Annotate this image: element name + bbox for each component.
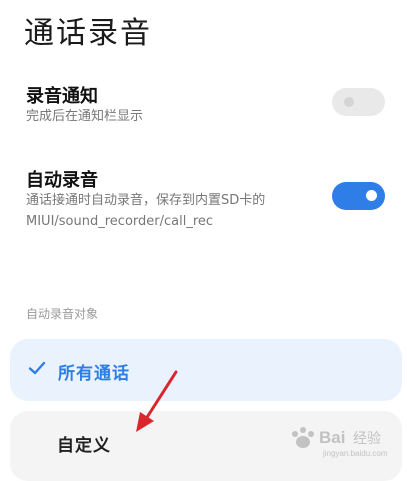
auto-record-desc-line2: MIUI/sound_recorder/call_rec <box>26 214 214 229</box>
check-icon <box>28 361 46 375</box>
baidu-watermark-logo: Bai 经验 jingyan.baidu.com <box>292 427 388 458</box>
option-all-calls[interactable]: 所有通话 <box>10 339 402 401</box>
option-all-calls-label: 所有通话 <box>58 364 130 384</box>
record-notify-toggle[interactable] <box>332 88 385 116</box>
record-notify-desc: 完成后在通知栏显示 <box>26 109 144 124</box>
svg-text:Bai: Bai <box>319 428 345 447</box>
auto-record-desc-line1: 通话接通时自动录音，保存到内置SD卡的 <box>26 193 266 208</box>
auto-record-toggle[interactable] <box>332 182 385 210</box>
setting-auto-record[interactable]: 自动录音 通话接通时自动录音，保存到内置SD卡的 MIUI/sound_reco… <box>0 162 407 242</box>
option-custom-label: 自定义 <box>57 436 111 456</box>
toggle-knob <box>344 97 354 107</box>
record-notify-title: 录音通知 <box>26 86 98 107</box>
auto-record-title: 自动录音 <box>26 170 98 191</box>
setting-record-notify[interactable]: 录音通知 完成后在通知栏显示 <box>0 78 407 138</box>
page-title: 通话录音 <box>24 16 152 51</box>
svg-text:经验: 经验 <box>353 431 381 447</box>
section-label-record-target: 自动录音对象 <box>26 307 99 321</box>
red-arrow-icon <box>136 370 178 432</box>
svg-text:jingyan.baidu.com: jingyan.baidu.com <box>322 449 388 458</box>
toggle-knob <box>366 190 377 201</box>
